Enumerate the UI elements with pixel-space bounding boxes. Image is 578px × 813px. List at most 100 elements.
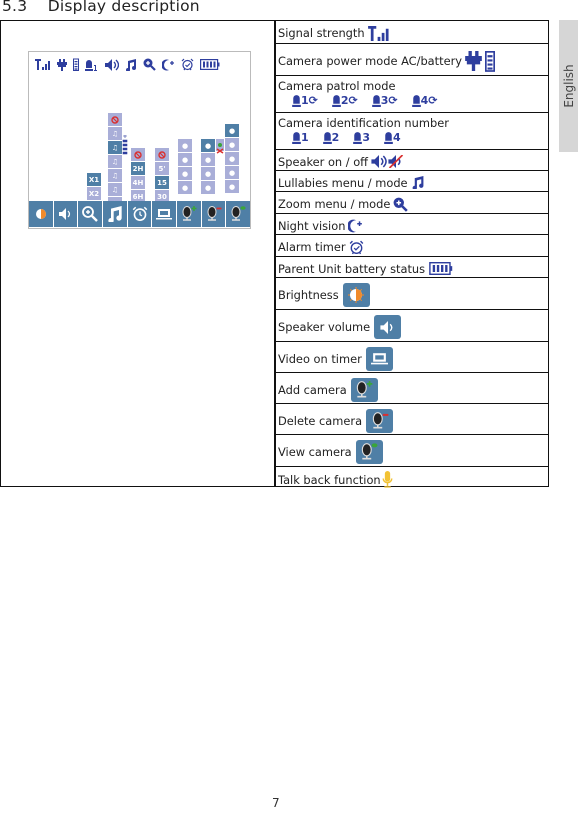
camera-slot[interactable]: ● (178, 167, 192, 180)
zoom-button[interactable] (78, 201, 103, 227)
power-plug-icon (465, 51, 482, 71)
row-label: Parent Unit battery status (278, 261, 426, 276)
parent-battery-icon (200, 59, 220, 70)
lullabies-button[interactable] (103, 201, 127, 227)
speaker-volume-icon (58, 208, 70, 220)
row-label: Speaker volume (278, 320, 371, 334)
row-label: Signal strength (278, 26, 365, 40)
camera-slot[interactable]: ● (178, 153, 192, 166)
camera-slot[interactable]: ● (225, 138, 239, 151)
lullaby-track[interactable]: ♫ (108, 141, 122, 154)
lullaby-track[interactable]: ♫ (108, 169, 122, 182)
delete-camera-button[interactable] (201, 201, 226, 227)
camera-slot[interactable]: ● (178, 181, 192, 194)
video-timer-menu: 5' 15 30 (155, 148, 169, 203)
row-label: Alarm timer (278, 240, 346, 254)
add-camera-icon (182, 206, 197, 221)
row-zoom: Zoom menu / mode (275, 192, 549, 214)
description-list: Signal strength Camera power mode AC/bat… (275, 20, 549, 489)
delete-camera-icon (366, 408, 394, 433)
row-label: Speaker on / off (278, 154, 369, 169)
row-brightness: Brightness (275, 278, 549, 310)
zoom-option[interactable]: X1 (87, 173, 101, 186)
row-label: View camera (278, 445, 352, 459)
camera-slot[interactable]: ● (225, 152, 239, 165)
parent-battery-icon (428, 262, 454, 275)
lullaby-off-option[interactable] (108, 113, 122, 126)
lullaby-track[interactable]: ♫ (108, 183, 122, 196)
row-label: Talk back function (278, 472, 381, 487)
add-camera-icon (350, 377, 378, 402)
row-label: Camera patrol mode (278, 79, 396, 93)
camera-id-icon: 2 (322, 131, 339, 144)
camera-patrol-icon: 3 ⟳ (371, 94, 398, 107)
signal-strength-icon (35, 59, 50, 70)
camera-slot[interactable]: ● (201, 181, 215, 194)
power-plug-icon (57, 58, 67, 71)
video-timer-option[interactable]: 5' (155, 162, 169, 175)
zoom-icon (82, 206, 99, 222)
brightness-button[interactable] (29, 201, 53, 227)
speaker-volume-button[interactable] (53, 201, 78, 227)
row-label: Night vision (278, 218, 346, 233)
video-on-timer-button[interactable] (152, 201, 177, 227)
speaker-off-icon (388, 155, 404, 168)
talk-back-icon (382, 471, 393, 488)
alarm-icon (349, 240, 364, 255)
camera-slot[interactable]: ● (201, 167, 215, 180)
camera-patrol-icon: 4 ⟳ (411, 94, 438, 107)
alarm-timer-button[interactable] (127, 201, 152, 227)
lullaby-track[interactable]: ♫ (108, 155, 122, 168)
row-label: Lullabies menu / mode (278, 175, 408, 190)
row-signal-strength: Signal strength (275, 20, 549, 44)
video-timer-option[interactable]: 15 (155, 176, 169, 189)
row-label: Delete camera (278, 413, 363, 428)
camera-slot[interactable]: ● (178, 139, 192, 152)
row-camera-identification: Camera identification number 1 2 3 4 (275, 113, 549, 150)
display-screen-illustration: X1 X2 ♫ ♫ ♫ ♫ ♫ ♫ 2H 4H 6H 5' 15 30 ● ● … (28, 51, 251, 229)
camera-id-icon: 3 (353, 131, 370, 144)
night-vision-icon (348, 219, 363, 233)
language-tab: English (559, 20, 578, 152)
add-camera-button[interactable] (177, 201, 201, 227)
zoom-option[interactable]: X2 (87, 187, 101, 200)
alarm-option[interactable]: 2H (131, 162, 145, 175)
camera-slot[interactable]: ● (225, 124, 239, 137)
view-camera-icon (231, 206, 246, 221)
speaker-on-icon (371, 155, 387, 168)
lullaby-track[interactable]: ♫ (108, 127, 122, 140)
row-label: Camera power mode AC/battery (278, 54, 463, 68)
row-label: Camera identification number (278, 116, 449, 130)
battery-icon (73, 58, 79, 71)
page-number: 7 (272, 796, 280, 810)
alarm-option[interactable]: 4H (131, 176, 145, 189)
alarm-timer-menu: 2H 4H 6H (131, 148, 145, 203)
zoom-options-menu: X1 X2 (87, 173, 101, 200)
video-timer-off-option[interactable] (155, 148, 169, 161)
view-camera-button[interactable] (226, 201, 251, 227)
row-label: Brightness (278, 288, 339, 302)
camera-slot[interactable]: ● (225, 166, 239, 179)
section-heading: 5.3 Display description (2, 0, 200, 15)
row-video-timer: Video on timer (275, 342, 549, 373)
alarm-off-option[interactable] (131, 148, 145, 161)
lullaby-menu: ♫ ♫ ♫ ♫ ♫ ♫ (108, 113, 122, 210)
language-label: English (561, 64, 576, 108)
volume-level-icon (122, 135, 128, 155)
alarm-icon (181, 58, 194, 71)
row-speaker-volume: Speaker volume (275, 310, 549, 342)
confirm-cancel-icon (216, 143, 224, 154)
add-camera-menu: ● ● ● ● (178, 139, 192, 194)
night-vision-icon (162, 59, 174, 70)
lullaby-icon (411, 176, 425, 189)
row-parent-battery: Parent Unit battery status (275, 257, 549, 278)
camera-slot[interactable]: ● (201, 153, 215, 166)
camera-slot[interactable]: ● (225, 180, 239, 193)
confirm-delete-box[interactable] (216, 139, 224, 154)
row-talk-back: Talk back function (275, 467, 549, 489)
camera-slot[interactable]: ● (201, 139, 215, 152)
row-speaker-on-off: Speaker on / off (275, 150, 549, 171)
row-label: Video on timer (278, 351, 362, 366)
camera-id-icon: 1 (292, 131, 309, 144)
row-alarm-timer: Alarm timer (275, 235, 549, 257)
